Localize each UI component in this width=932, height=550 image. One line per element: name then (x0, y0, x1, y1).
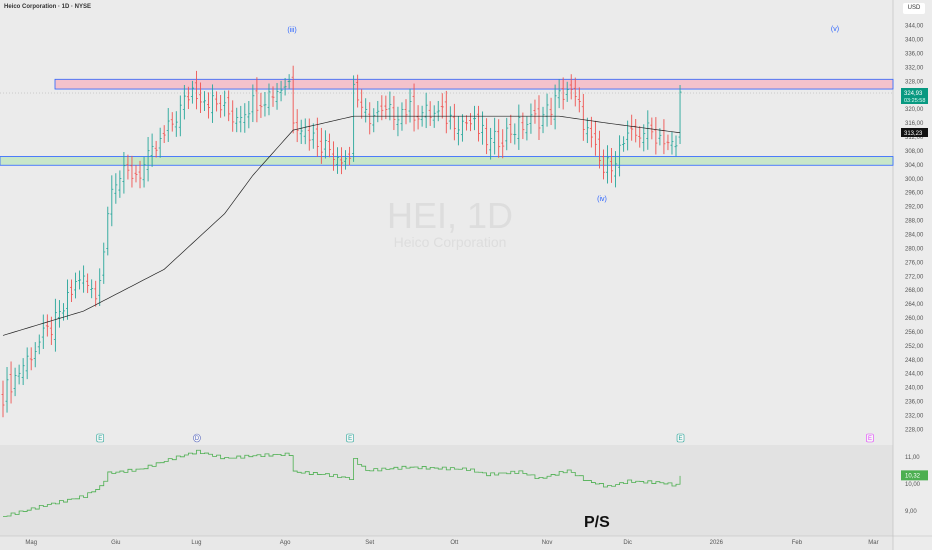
wave-label-iii: (iii) (287, 27, 296, 34)
price-tick: 276,00 (905, 260, 924, 266)
chart-title: Heico Corporation · 1D · NYSE (4, 4, 92, 10)
countdown-label: 03:25:58 (904, 98, 925, 104)
watermark-symbol: HEI, 1D (387, 195, 513, 236)
price-tick: 332,00 (905, 65, 924, 71)
price-tick: 300,00 (905, 177, 924, 183)
price-tick: 308,00 (905, 149, 924, 155)
price-tick: 232,00 (905, 413, 924, 419)
ps-axis-tick: 9,00 (905, 509, 917, 515)
price-tick: 244,00 (905, 372, 924, 378)
wave-label-iv: (iv) (597, 196, 607, 203)
ps-last-label: 10,32 (905, 473, 921, 479)
ps-annotation: P/S (584, 514, 610, 531)
price-tick: 296,00 (905, 191, 924, 197)
time-tick: Dic (623, 540, 632, 546)
event-marker-label: E (868, 436, 872, 442)
time-tick: Set (365, 540, 374, 546)
price-tick: 272,00 (905, 274, 924, 280)
time-tick: Feb (792, 540, 803, 546)
event-marker-label: E (348, 436, 352, 442)
event-marker-label: E (98, 436, 102, 442)
time-tick: Ott (450, 540, 458, 546)
price-tick: 264,00 (905, 302, 924, 308)
price-tick: 260,00 (905, 316, 924, 322)
price-tick: 256,00 (905, 330, 924, 336)
resistance-zone (54, 78, 894, 90)
time-tick: Mag (25, 540, 37, 546)
time-tick: 2026 (710, 540, 724, 546)
event-marker-label: E (679, 436, 683, 442)
watermark-name: Heico Corporation (394, 234, 507, 250)
time-tick: Mar (868, 540, 878, 546)
currency-button[interactable]: USD (903, 3, 925, 14)
price-tick: 288,00 (905, 219, 924, 225)
price-tick: 284,00 (905, 233, 924, 239)
time-tick: Giu (111, 540, 120, 546)
price-tick: 280,00 (905, 246, 924, 252)
price-tick: 336,00 (905, 52, 924, 58)
time-tick: Lug (191, 540, 201, 546)
ma-value-label: 313,23 (904, 131, 923, 137)
support-zone (0, 156, 894, 166)
price-tick: 344,00 (905, 24, 924, 30)
price-tick: 340,00 (905, 38, 924, 44)
event-marker-label: D (195, 436, 200, 442)
price-tick: 268,00 (905, 288, 924, 294)
price-tick: 320,00 (905, 107, 924, 113)
price-chart[interactable]: HEI, 1DHeico Corporation 344,00 340,00 336,… (0, 0, 932, 550)
price-tick: 236,00 (905, 400, 924, 406)
price-tick: 316,00 (905, 121, 924, 127)
price-tick: 328,00 (905, 79, 924, 85)
ps-axis-tick: 11,00 (905, 455, 920, 461)
ps-axis-tick: 10,00 (905, 482, 921, 488)
time-tick: Nov (542, 540, 553, 546)
ps-pane-bg (0, 445, 893, 536)
last-price-label: 324,93 (904, 91, 923, 97)
price-tick: 248,00 (905, 358, 924, 364)
time-tick: Ago (280, 540, 291, 546)
price-tick: 228,00 (905, 427, 924, 433)
wave-label-v: (v) (831, 26, 839, 33)
price-tick: 252,00 (905, 344, 924, 350)
price-tick: 292,00 (905, 205, 924, 211)
price-tick: 304,00 (905, 163, 924, 169)
price-tick: 240,00 (905, 386, 924, 392)
